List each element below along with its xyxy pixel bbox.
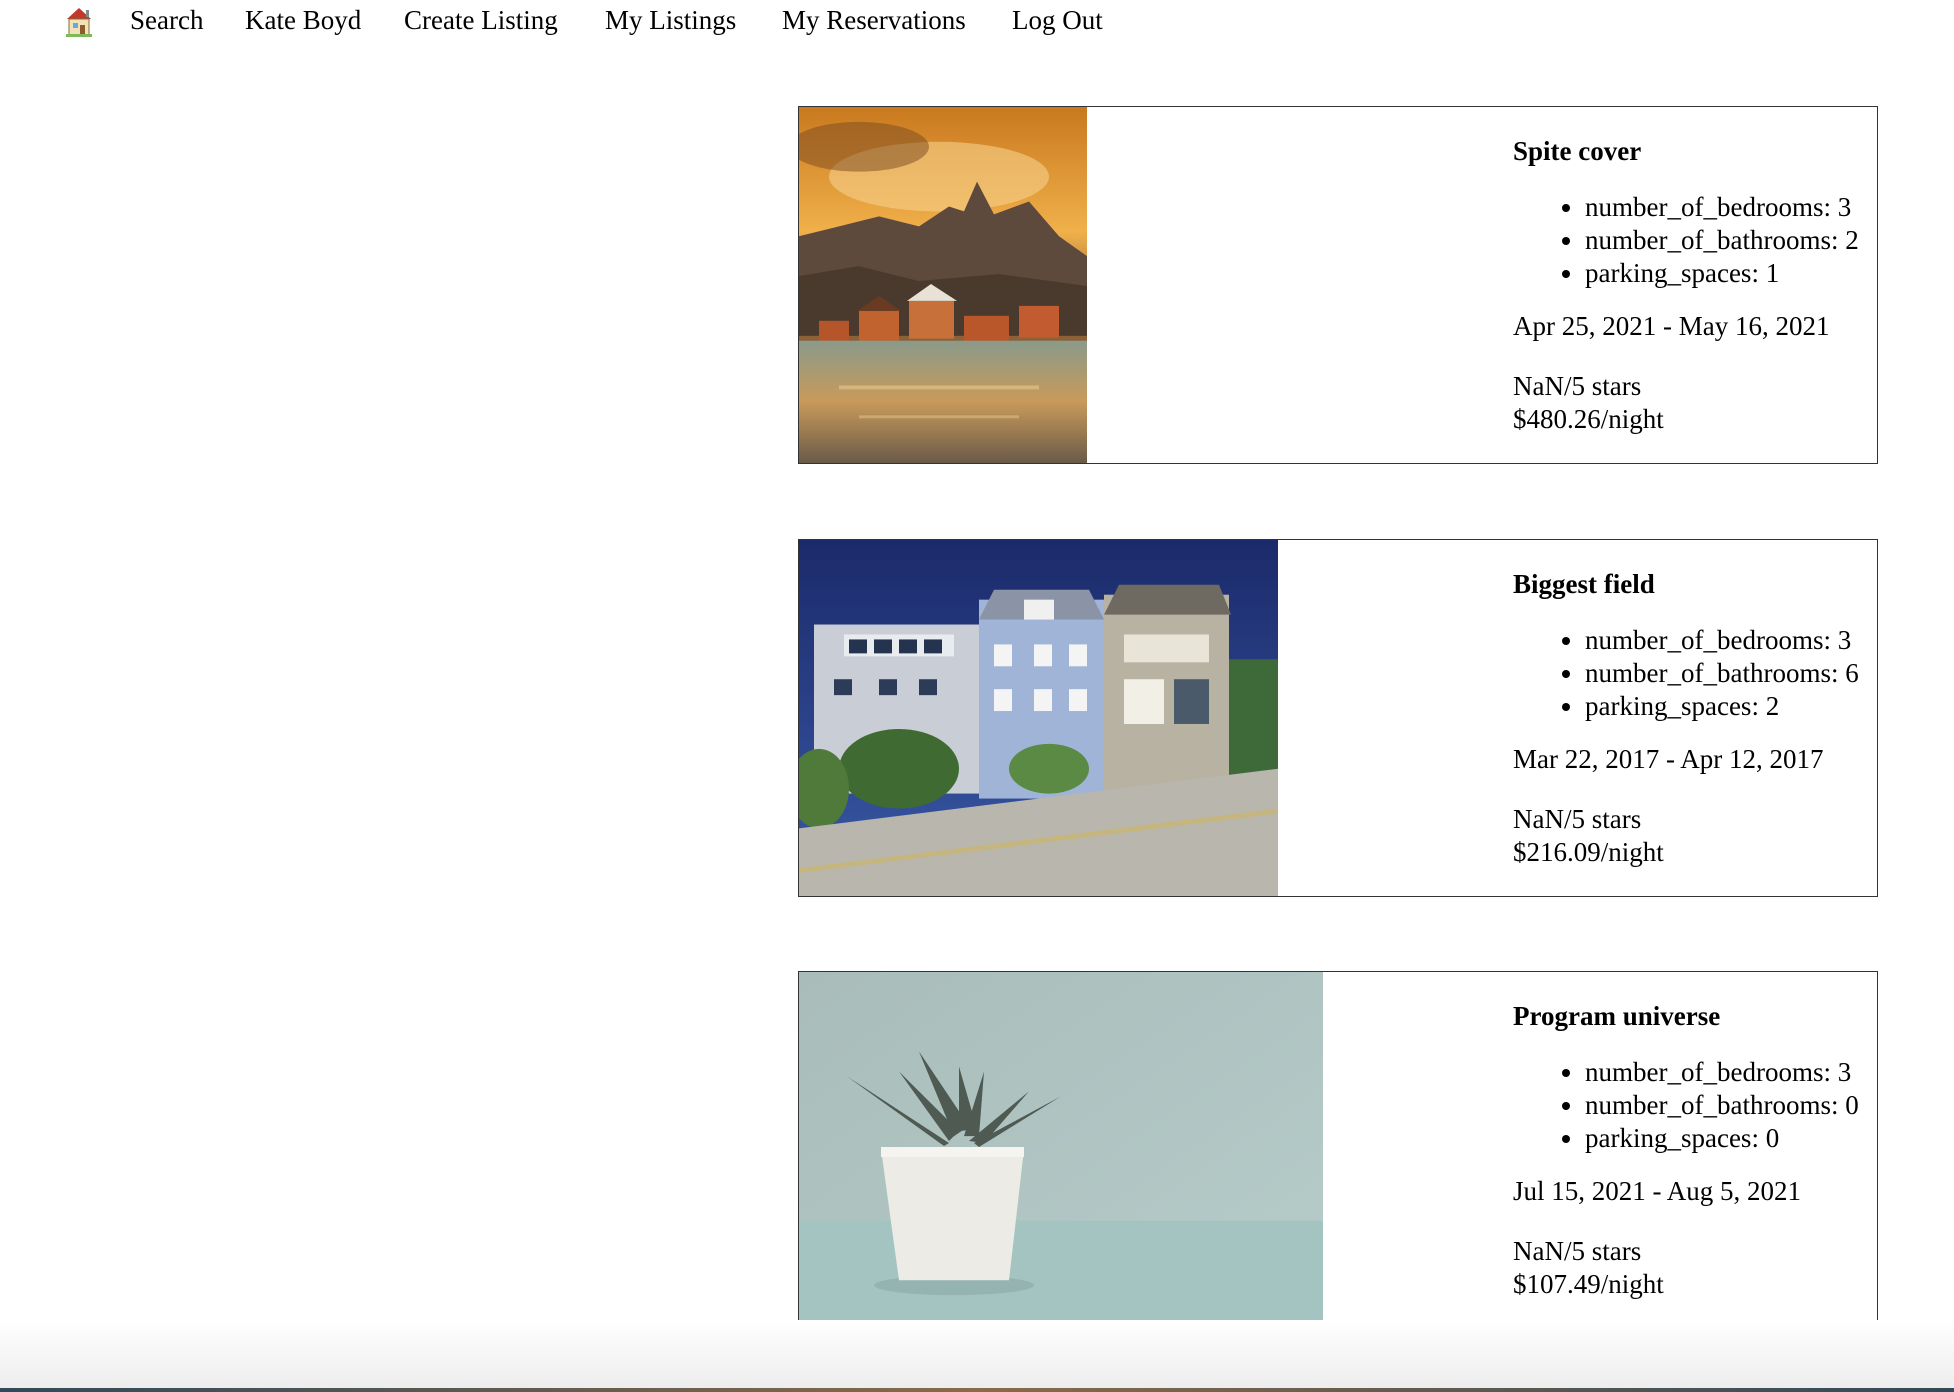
listing-card[interactable]: Program universe number_of_bedrooms: 3 n…: [798, 971, 1878, 1329]
listing-title: Biggest field: [1513, 569, 1655, 599]
listing-rating: NaN/5 stars: [1513, 371, 1642, 401]
top-nav: Search Kate Boyd Create Listing My Listi…: [0, 0, 1954, 42]
feature-parking: parking_spaces: 2: [1585, 690, 1877, 723]
house-icon[interactable]: [64, 4, 94, 38]
feature-bathrooms: number_of_bathrooms: 0: [1585, 1089, 1877, 1122]
bottom-fade: [0, 1320, 1954, 1392]
listing-rating: NaN/5 stars: [1513, 1236, 1642, 1266]
listing-rating: NaN/5 stars: [1513, 804, 1642, 834]
listing-card[interactable]: Spite cover number_of_bedrooms: 3 number…: [798, 106, 1878, 464]
nav-search-link[interactable]: Search: [130, 2, 203, 38]
listing-image: [799, 972, 1323, 1328]
feature-bedrooms: number_of_bedrooms: 3: [1585, 624, 1877, 657]
listing-features: number_of_bedrooms: 3 number_of_bathroom…: [1513, 624, 1877, 723]
feature-bathrooms: number_of_bathrooms: 2: [1585, 224, 1877, 257]
listing-info: Spite cover number_of_bedrooms: 3 number…: [1513, 133, 1877, 436]
listing-price: $216.09/night: [1513, 837, 1664, 867]
nav-my-listings-link[interactable]: My Listings: [605, 2, 736, 38]
listing-image: [799, 107, 1087, 463]
listing-features: number_of_bedrooms: 3 number_of_bathroom…: [1513, 1056, 1877, 1155]
listing-image: [799, 540, 1278, 896]
listing-features: number_of_bedrooms: 3 number_of_bathroom…: [1513, 191, 1877, 290]
feature-bedrooms: number_of_bedrooms: 3: [1585, 191, 1877, 224]
nav-my-reservations-link[interactable]: My Reservations: [782, 2, 966, 38]
feature-parking: parking_spaces: 1: [1585, 257, 1877, 290]
listing-info: Program universe number_of_bedrooms: 3 n…: [1513, 998, 1877, 1301]
listing-info: Biggest field number_of_bedrooms: 3 numb…: [1513, 566, 1877, 869]
listing-card[interactable]: Biggest field number_of_bedrooms: 3 numb…: [798, 539, 1878, 897]
listing-price: $480.26/night: [1513, 404, 1664, 434]
feature-bedrooms: number_of_bedrooms: 3: [1585, 1056, 1877, 1089]
bottom-edge: [0, 1388, 1954, 1392]
listing-title: Spite cover: [1513, 136, 1642, 166]
feature-parking: parking_spaces: 0: [1585, 1122, 1877, 1155]
nav-user-link[interactable]: Kate Boyd: [245, 2, 361, 38]
listing-dates: Apr 25, 2021 - May 16, 2021: [1513, 311, 1830, 341]
listing-title: Program universe: [1513, 1001, 1721, 1031]
listing-dates: Mar 22, 2017 - Apr 12, 2017: [1513, 744, 1824, 774]
listing-dates: Jul 15, 2021 - Aug 5, 2021: [1513, 1176, 1802, 1206]
nav-logout-link[interactable]: Log Out: [1012, 2, 1103, 38]
listing-price: $107.49/night: [1513, 1269, 1664, 1299]
nav-create-listing-link[interactable]: Create Listing: [404, 2, 558, 38]
feature-bathrooms: number_of_bathrooms: 6: [1585, 657, 1877, 690]
